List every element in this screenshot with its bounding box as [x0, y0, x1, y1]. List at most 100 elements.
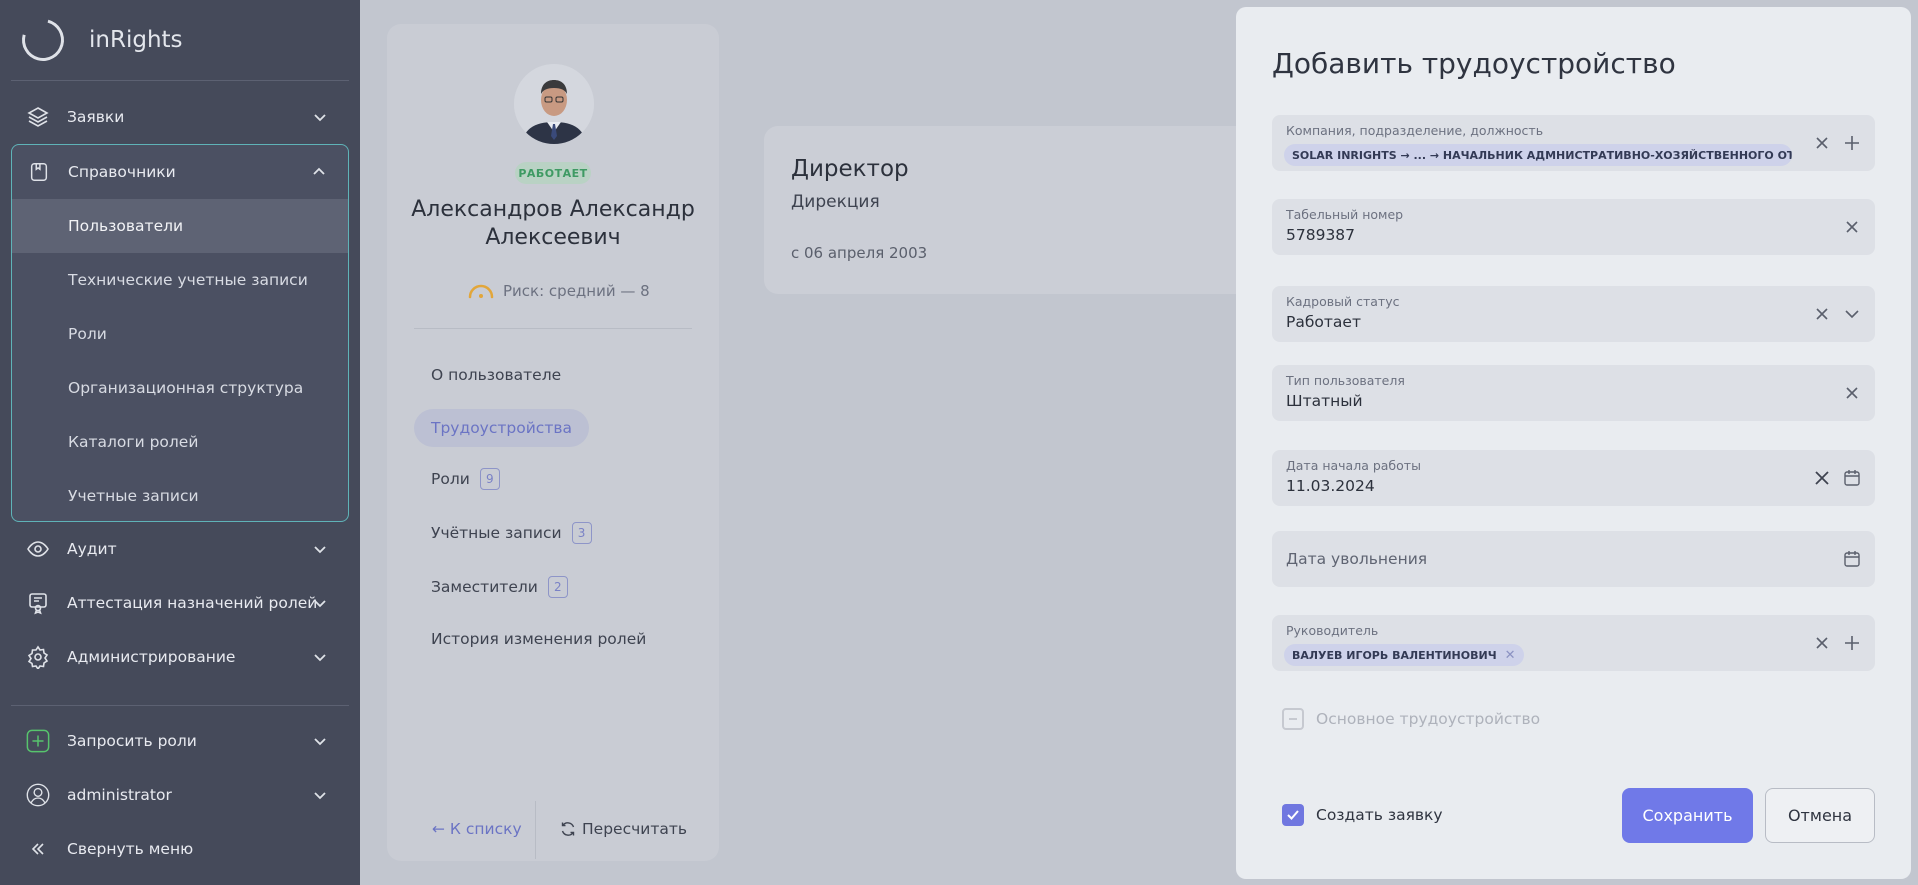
close-icon[interactable]: ✕ [1505, 648, 1516, 663]
recalculate-button[interactable]: Пересчитать [560, 820, 687, 838]
tab-roles[interactable]: Роли 9 [431, 468, 500, 490]
employment-department: Дирекция [791, 192, 880, 212]
chevron-down-icon [314, 792, 326, 800]
hr-status-select[interactable]: Кадровый статус Работает [1272, 286, 1875, 342]
double-chevron-left-icon [26, 837, 50, 861]
start-date-field[interactable]: Дата начала работы 11.03.2024 [1272, 450, 1875, 506]
clear-icon[interactable] [1843, 218, 1861, 236]
tab-deputies[interactable]: Заместители 2 [431, 576, 568, 598]
user-type-value: Штатный [1286, 392, 1363, 410]
nav-directories-label: Справочники [68, 163, 176, 181]
nav-request-roles[interactable]: Запросить роли [0, 714, 360, 768]
user-name-line1: Александров Александр [411, 197, 695, 222]
chevron-up-icon [313, 167, 325, 175]
deputies-count-badge: 2 [547, 576, 568, 598]
add-employment-modal: Добавить трудоустройство Компания, подра… [1236, 7, 1911, 879]
nav-admin-label: Администрирование [67, 648, 236, 666]
collapse-menu-label: Свернуть меню [67, 840, 194, 858]
sidebar-item-tech-accounts[interactable]: Технические учетные записи [12, 253, 348, 307]
nav-attestation-label: Аттестация назначений ролей [67, 594, 318, 612]
tab-number-label: Табельный номер [1286, 207, 1404, 222]
tab-employment[interactable]: Трудоустройства [414, 409, 589, 447]
clear-icon[interactable] [1813, 134, 1831, 152]
tab-number-field[interactable]: Табельный номер 5789387 [1272, 199, 1875, 255]
nav-attestation[interactable]: Аттестация назначений ролей [0, 576, 360, 630]
gear-icon [26, 645, 50, 669]
recalculate-label: Пересчитать [582, 820, 688, 838]
dismissal-date-field[interactable]: Дата увольнения [1272, 531, 1875, 587]
hr-status-label: Кадровый статус [1286, 294, 1400, 309]
profile-card: РАБОТАЕТ Александров Александр Алексееви… [387, 24, 719, 861]
add-icon[interactable] [1843, 134, 1861, 152]
calendar-icon[interactable] [1843, 550, 1861, 568]
tab-accounts-label: Учётные записи [431, 524, 562, 542]
tab-role-history[interactable]: История изменения ролей [431, 630, 646, 648]
risk-text: Риск: средний — 8 [503, 282, 650, 300]
nav-user[interactable]: administrator [0, 768, 360, 822]
book-icon [27, 160, 51, 184]
employment-card[interactable]: Директор Дирекция с 06 апреля 2003 [764, 126, 1244, 294]
checkmark-icon [1282, 804, 1304, 826]
main-employment-checkbox[interactable]: Основное трудоустройство [1282, 708, 1540, 730]
refresh-icon [561, 822, 575, 836]
sidebar-item-role-catalogs[interactable]: Каталоги ролей [12, 415, 348, 469]
company-field[interactable]: Компания, подразделение, должность SOLAR… [1272, 115, 1875, 171]
sidebar-item-roles[interactable]: Роли [12, 307, 348, 361]
employment-position: Директор [791, 156, 909, 182]
tab-number-value: 5789387 [1286, 226, 1356, 244]
accounts-count-badge: 3 [571, 522, 592, 544]
certificate-icon [26, 591, 50, 615]
chevron-down-icon [314, 738, 326, 746]
create-request-checkbox[interactable]: Создать заявку [1282, 804, 1443, 826]
company-label: Компания, подразделение, должность [1286, 123, 1544, 138]
user-icon [26, 783, 50, 807]
eye-icon [26, 537, 50, 561]
nav-audit[interactable]: Аудит [0, 522, 360, 576]
logo-icon [14, 11, 72, 69]
nav-directories[interactable]: Справочники [1, 145, 348, 199]
manager-tag[interactable]: ВАЛУЕВ ИГОРЬ ВАЛЕНТИНОВИЧ ✕ [1284, 644, 1524, 666]
chevron-down-icon [314, 600, 326, 608]
start-date-label: Дата начала работы [1286, 458, 1421, 473]
company-tag[interactable]: SOLAR INRIGHTS → ... → НАЧАЛЬНИК АДМНИСТ… [1284, 144, 1792, 166]
divider [535, 801, 536, 859]
sidebar-item-org-structure[interactable]: Организационная структура [12, 361, 348, 415]
manager-label: Руководитель [1286, 623, 1379, 638]
clear-icon[interactable] [1813, 634, 1831, 652]
nav-user-label: administrator [67, 786, 172, 804]
user-name-line2: Алексеевич [485, 225, 621, 250]
sidebar-item-accounts[interactable]: Учетные записи [12, 469, 348, 523]
nav-request-roles-label: Запросить роли [67, 732, 197, 750]
clear-icon[interactable] [1813, 305, 1831, 323]
chevron-down-icon [314, 114, 326, 122]
tab-accounts[interactable]: Учётные записи 3 [431, 522, 592, 544]
manager-field[interactable]: Руководитель ВАЛУЕВ ИГОРЬ ВАЛЕНТИНОВИЧ ✕ [1272, 615, 1875, 671]
chevron-down-icon [314, 546, 326, 554]
calendar-icon[interactable] [1843, 469, 1861, 487]
start-date-value: 11.03.2024 [1286, 477, 1375, 495]
save-button[interactable]: Сохранить [1622, 788, 1753, 843]
collapse-menu[interactable]: Свернуть меню [0, 822, 360, 876]
risk-indicator: Риск: средний — 8 [467, 282, 650, 300]
user-type-field[interactable]: Тип пользователя Штатный [1272, 365, 1875, 421]
avatar [514, 64, 594, 144]
clear-icon[interactable] [1843, 384, 1861, 402]
nav-admin[interactable]: Администрирование [0, 630, 360, 684]
cancel-button[interactable]: Отмена [1765, 788, 1875, 843]
clear-icon[interactable] [1813, 469, 1831, 487]
sidebar-item-users[interactable]: Пользователи [12, 199, 348, 253]
user-type-label: Тип пользователя [1286, 373, 1405, 388]
chevron-down-icon[interactable] [1843, 305, 1861, 323]
sidebar: inRights Заявки Справочники Пользователи… [0, 0, 360, 885]
back-to-list-link[interactable]: ← К списку [432, 820, 522, 838]
nav-requests[interactable]: Заявки [0, 90, 360, 144]
tab-roles-label: Роли [431, 470, 470, 488]
tab-about[interactable]: О пользователе [431, 366, 561, 384]
company-tag-text: SOLAR INRIGHTS → ... → НАЧАЛЬНИК АДМНИСТ… [1292, 148, 1792, 162]
add-icon[interactable] [1843, 634, 1861, 652]
plus-square-icon [26, 729, 50, 753]
logo[interactable]: inRights [0, 0, 360, 80]
dismissal-date-placeholder: Дата увольнения [1286, 550, 1428, 568]
user-full-name: Александров Александр Алексеевич [387, 196, 719, 252]
layers-icon [26, 105, 50, 129]
